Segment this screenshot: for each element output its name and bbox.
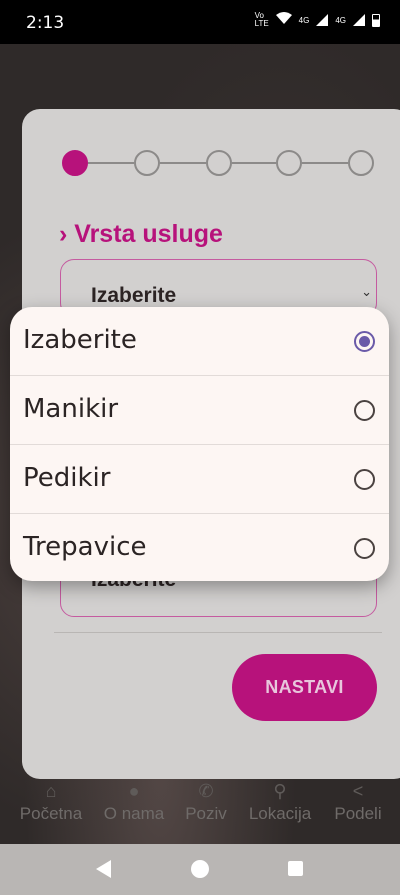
step-connector	[88, 162, 134, 164]
share-icon: <	[352, 781, 364, 801]
nav-item-call[interactable]: ✆ Poziv	[180, 778, 232, 824]
section-title: › Vrsta usluge	[59, 220, 223, 248]
nav-item-location[interactable]: ⚲ Lokacija	[244, 778, 316, 824]
phone-icon: ✆	[198, 781, 214, 801]
service-options-dialog: Izaberite Manikir Pedikir Trepavice	[10, 307, 389, 581]
option-trepavice[interactable]: Trepavice	[10, 513, 389, 581]
nav-label: Poziv	[185, 804, 227, 823]
option-manikir[interactable]: Manikir	[10, 375, 389, 443]
battery-icon	[372, 13, 380, 27]
network-4g-label-2: 4G	[335, 15, 346, 25]
location-pin-icon: ⚲	[273, 781, 287, 801]
radio-button[interactable]	[354, 538, 375, 559]
step-1	[62, 150, 88, 176]
option-label: Pedikir	[23, 463, 111, 493]
status-time: 2:13	[26, 13, 65, 33]
nav-label: Lokacija	[248, 804, 312, 823]
wifi-icon	[275, 12, 292, 28]
option-label: Trepavice	[23, 532, 147, 562]
step-connector	[302, 162, 348, 164]
radio-button-selected[interactable]	[354, 331, 375, 352]
system-nav-bar	[0, 844, 400, 895]
recents-icon[interactable]	[288, 861, 303, 876]
nav-item-share[interactable]: < Podeli	[330, 778, 386, 824]
step-connector	[232, 162, 276, 164]
radio-button[interactable]	[354, 400, 375, 421]
step-3	[206, 150, 232, 176]
network-4g-label: 4G	[298, 15, 310, 25]
nav-label: Početna	[19, 804, 83, 823]
step-connector	[160, 162, 206, 164]
nav-item-home[interactable]: ⌂ Početna	[17, 778, 85, 824]
option-izaberite[interactable]: Izaberite	[10, 307, 389, 375]
home-button-icon[interactable]	[191, 860, 209, 878]
next-button[interactable]: NASTAVI	[232, 654, 377, 721]
option-label: Izaberite	[23, 325, 137, 355]
service-select-value: Izaberite	[91, 284, 177, 307]
status-icons: Vo LTE 4G 4G	[255, 12, 380, 28]
signal-icon-2	[353, 14, 365, 26]
bottom-nav: ⌂ Početna ● O nama ✆ Poziv ⚲ Lokacija < …	[0, 778, 400, 844]
nav-label: Podeli	[334, 804, 382, 823]
option-label: Manikir	[23, 394, 119, 424]
person-icon: ●	[128, 781, 140, 801]
volte-icon: Vo LTE	[254, 11, 269, 28]
step-2	[134, 150, 160, 176]
signal-icon	[316, 14, 329, 26]
nav-item-about[interactable]: ● O nama	[100, 778, 168, 824]
radio-button[interactable]	[354, 469, 375, 490]
nav-label: O nama	[103, 804, 165, 823]
step-4	[276, 150, 302, 176]
progress-stepper	[62, 150, 374, 176]
chevron-down-icon: ⌄	[361, 284, 372, 299]
back-icon[interactable]	[96, 860, 111, 878]
option-pedikir[interactable]: Pedikir	[10, 444, 389, 512]
divider	[54, 632, 382, 633]
status-bar: 2:13 Vo LTE 4G 4G	[0, 0, 400, 44]
home-icon: ⌂	[45, 781, 57, 801]
step-5	[348, 150, 374, 176]
